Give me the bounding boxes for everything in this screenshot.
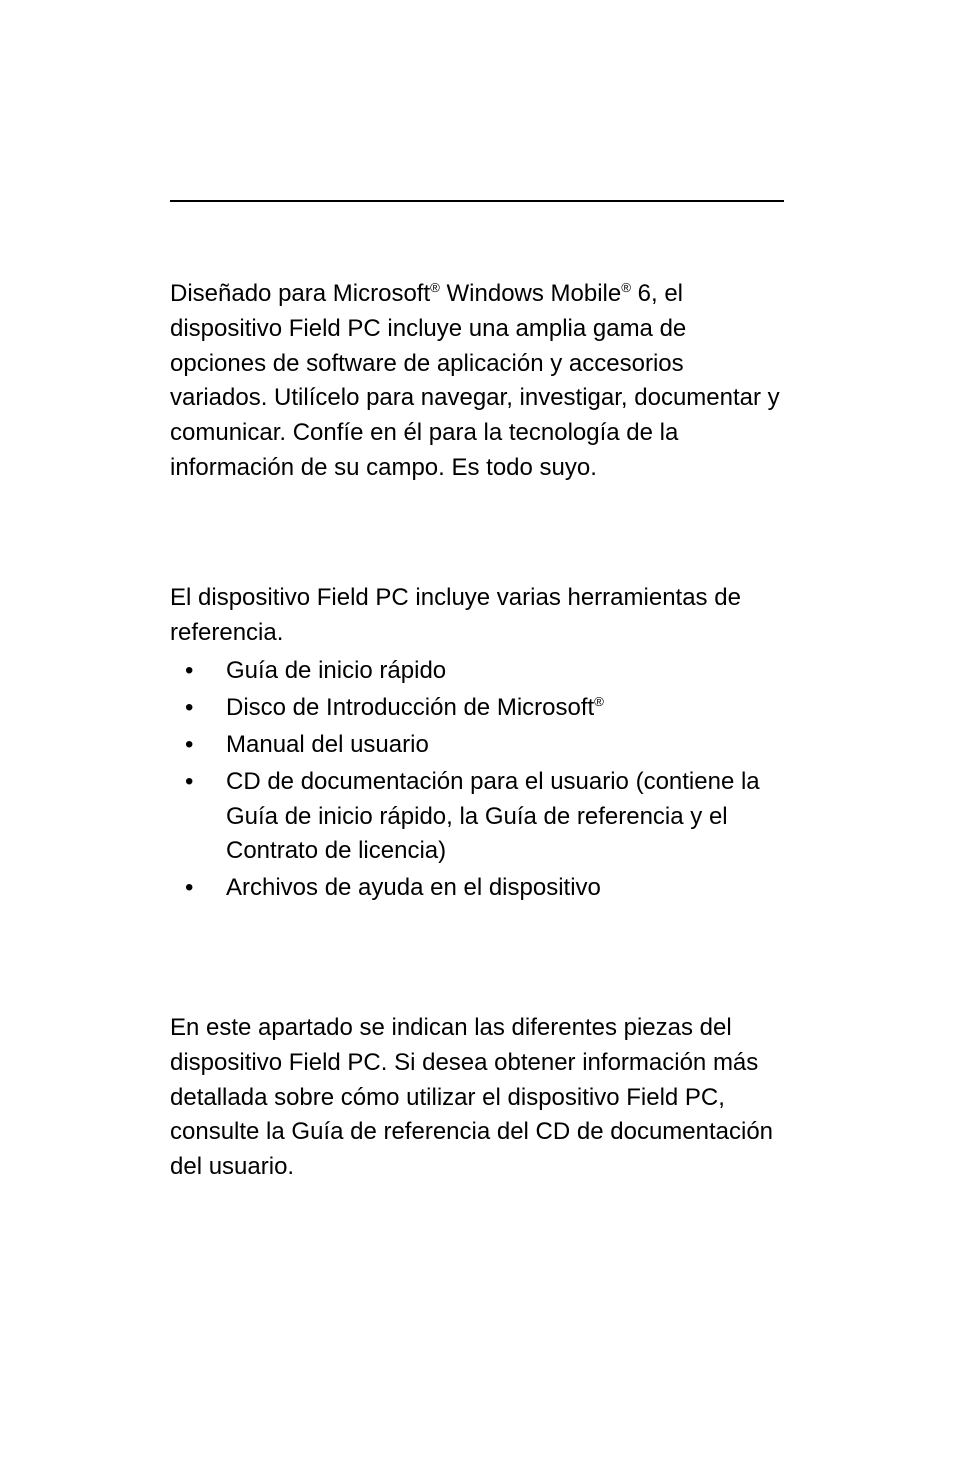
list-item: Manual del usuario	[170, 728, 784, 763]
horizontal-rule	[170, 200, 784, 202]
registered-symbol: ®	[594, 694, 604, 709]
registered-symbol: ®	[621, 280, 631, 295]
list-intro-text: El dispositivo Field PC incluye varias h…	[170, 581, 784, 651]
list-item-text: Archivos de ayuda en el dispositivo	[226, 874, 601, 901]
list-item: CD de documentación para el usuario (con…	[170, 765, 784, 869]
list-item-text: Disco de Introducción de Microsoft	[226, 694, 594, 721]
reference-tools-list: Guía de inicio rápido Disco de Introducc…	[170, 654, 784, 906]
intro-text-mid: Windows Mobile	[440, 280, 621, 307]
list-item-text: CD de documentación para el usuario (con…	[226, 768, 760, 865]
list-item: Disco de Introducción de Microsoft®	[170, 691, 784, 726]
intro-paragraph: Diseñado para Microsoft® Windows Mobile®…	[170, 277, 784, 486]
final-paragraph: En este apartado se indican las diferent…	[170, 1011, 784, 1185]
intro-text-prefix: Diseñado para Microsoft	[170, 280, 430, 307]
registered-symbol: ®	[430, 280, 440, 295]
intro-text-suffix: 6, el dispositivo Field PC incluye una a…	[170, 280, 780, 481]
list-item-text: Manual del usuario	[226, 731, 429, 758]
list-item-text: Guía de inicio rápido	[226, 657, 446, 684]
list-item: Guía de inicio rápido	[170, 654, 784, 689]
list-item: Archivos de ayuda en el dispositivo	[170, 871, 784, 906]
